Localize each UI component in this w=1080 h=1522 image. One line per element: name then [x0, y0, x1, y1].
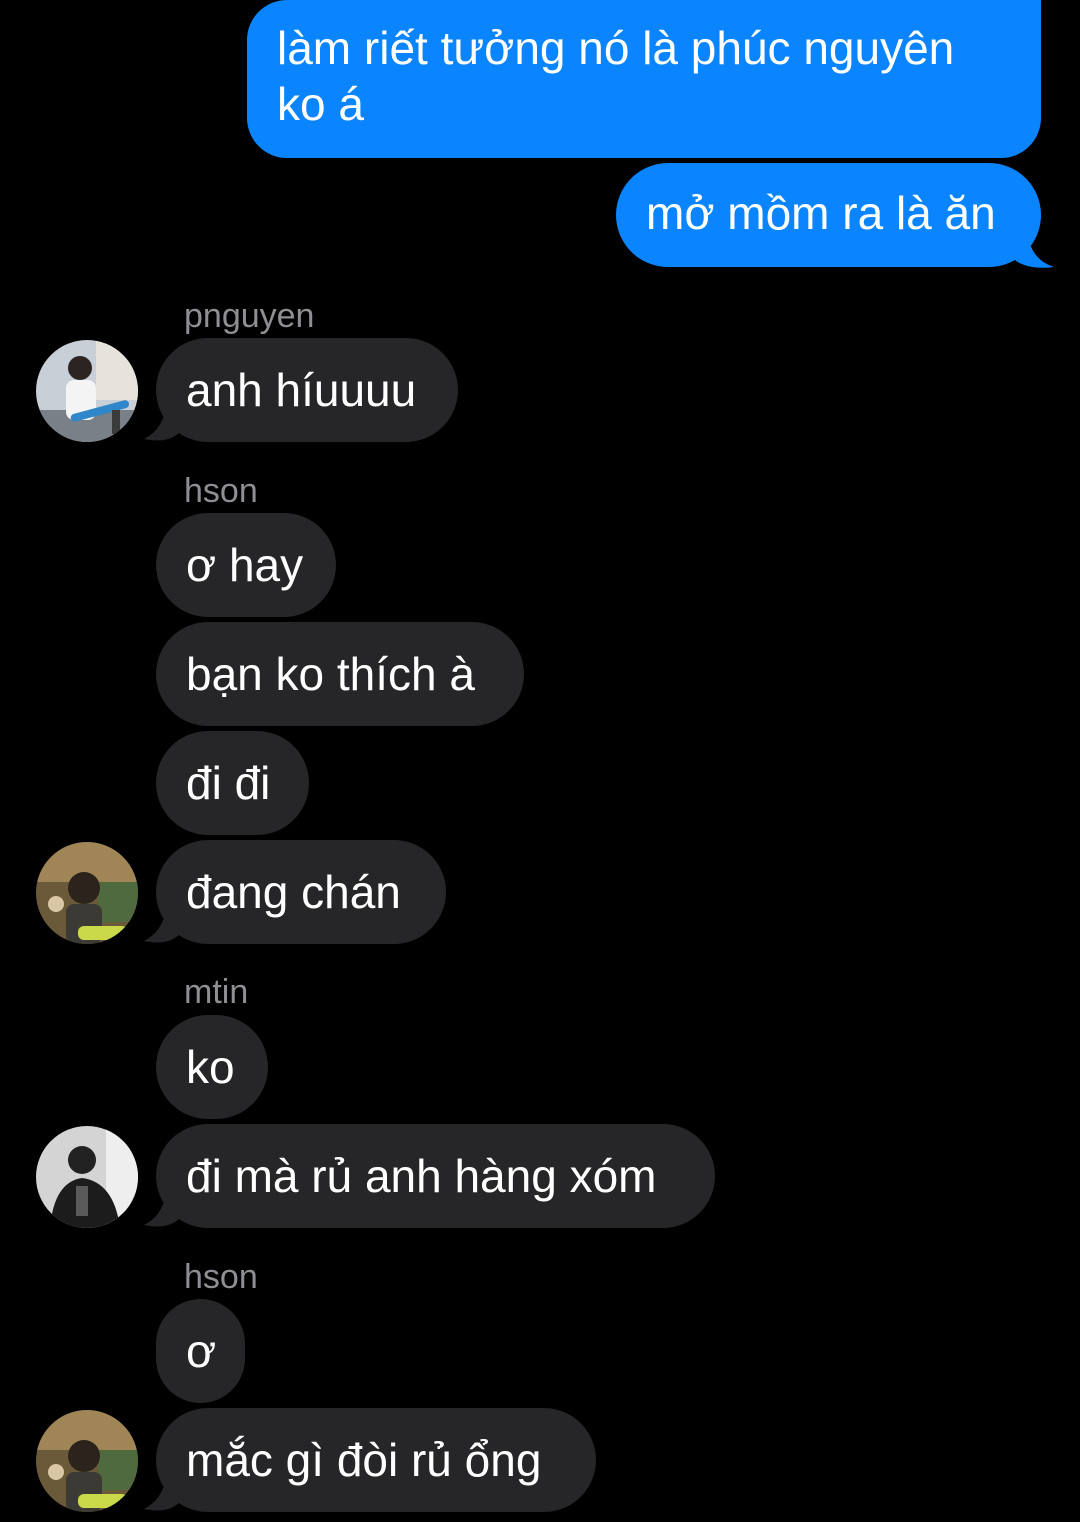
avatar-hson[interactable] — [36, 842, 138, 944]
incoming-message[interactable]: mắc gì đòi rủ ổng — [156, 1408, 596, 1512]
sender-name: mtin — [184, 973, 249, 1011]
incoming-bubble-tail — [144, 1478, 184, 1511]
outgoing-message[interactable]: làm riết tưởng nó là phúc nguyên ko á — [247, 0, 1041, 158]
outgoing-bubble-tail — [1010, 236, 1054, 268]
incoming-bubble-tail — [144, 910, 184, 943]
incoming-message[interactable]: bạn ko thích à — [156, 622, 524, 726]
incoming-message[interactable]: đi đi — [156, 731, 309, 835]
incoming-bubble-tail — [144, 1194, 184, 1227]
incoming-bubble-tail — [144, 408, 184, 441]
sender-name: hson — [184, 1258, 258, 1296]
sender-name: pnguyen — [184, 297, 315, 335]
sender-name: hson — [184, 472, 258, 510]
avatar-hson[interactable] — [36, 1410, 138, 1512]
incoming-message[interactable]: ko — [156, 1015, 268, 1119]
incoming-message[interactable]: anh híuuuu — [156, 338, 458, 442]
incoming-message[interactable]: đang chán — [156, 840, 446, 944]
incoming-message[interactable]: ơ — [156, 1299, 245, 1403]
incoming-message[interactable]: đi mà rủ anh hàng xóm — [156, 1124, 715, 1228]
avatar-pnguyen[interactable] — [36, 340, 138, 442]
avatar-mtin[interactable] — [36, 1126, 138, 1228]
incoming-message[interactable]: ơ hay — [156, 513, 336, 617]
outgoing-message[interactable]: mở mồm ra là ăn — [616, 163, 1041, 267]
